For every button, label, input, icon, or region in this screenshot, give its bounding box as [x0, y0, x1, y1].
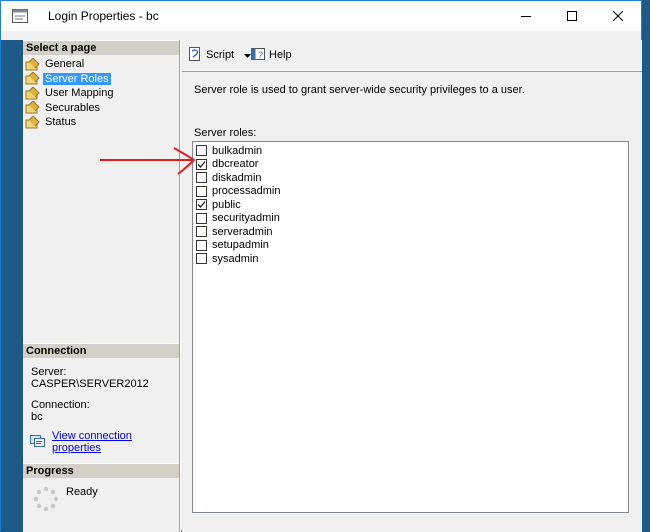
- role-checkbox[interactable]: [196, 199, 207, 211]
- connection-properties-icon: [30, 434, 46, 451]
- progress-spinner-icon: [33, 486, 59, 512]
- progress-header: Progress: [23, 463, 179, 478]
- checkmark-icon: [197, 160, 206, 168]
- page-description: Server role is used to grant server-wide…: [194, 84, 525, 96]
- page-icon: [25, 71, 41, 85]
- role-label: securityadmin: [212, 212, 280, 225]
- role-checkbox[interactable]: [196, 239, 207, 251]
- script-button[interactable]: Script: [187, 46, 252, 65]
- left-panel: Select a page General Server Roles User …: [23, 40, 179, 532]
- role-label: dbcreator: [212, 158, 259, 171]
- help-label: Help: [269, 49, 292, 61]
- role-label: processadmin: [212, 185, 281, 198]
- role-row-public[interactable]: public: [196, 198, 241, 212]
- minimize-icon: [521, 11, 531, 21]
- page-item-label: User Mapping: [45, 87, 114, 100]
- close-button[interactable]: [595, 1, 641, 31]
- left-edge-strip: [1, 40, 23, 532]
- close-icon: [613, 11, 623, 21]
- title-bar[interactable]: Login Properties - bc: [1, 1, 641, 31]
- role-checkbox[interactable]: [196, 212, 207, 224]
- maximize-icon: [567, 11, 577, 21]
- right-panel: Script ? Help Server role is used to gra…: [182, 40, 642, 532]
- toolbar-separator: [182, 71, 642, 72]
- page-item-general[interactable]: General: [23, 57, 179, 72]
- page-item-label: General: [45, 58, 85, 71]
- page-item-server-roles[interactable]: Server Roles: [23, 71, 179, 87]
- role-label: setupadmin: [212, 239, 269, 252]
- select-page-header: Select a page: [23, 40, 179, 55]
- progress-status: Ready: [66, 486, 98, 498]
- connection-label: Connection:: [31, 399, 90, 411]
- role-row-setupadmin[interactable]: setupadmin: [196, 239, 269, 253]
- server-label: Server:: [31, 366, 67, 378]
- page-icon: [25, 100, 41, 114]
- script-icon: [187, 46, 203, 65]
- maximize-button[interactable]: [549, 1, 595, 31]
- role-row-bulkadmin[interactable]: bulkadmin: [196, 144, 262, 158]
- page-item-label: Status: [45, 116, 77, 129]
- page-item-label: Server Roles: [43, 72, 111, 85]
- page-list: General Server Roles User Mapping Secura…: [23, 57, 179, 130]
- role-row-serveradmin[interactable]: serveradmin: [196, 225, 273, 239]
- role-row-sysadmin[interactable]: sysadmin: [196, 252, 258, 266]
- page-icon: [25, 86, 41, 100]
- script-label: Script: [206, 49, 235, 61]
- role-label: diskadmin: [212, 171, 262, 184]
- help-icon: ?: [250, 46, 266, 65]
- view-connection-properties-link[interactable]: View connection properties: [30, 430, 179, 454]
- page-icon: [25, 115, 41, 129]
- role-row-dbcreator[interactable]: dbcreator: [196, 158, 258, 172]
- role-checkbox[interactable]: [196, 172, 207, 184]
- page-item-status[interactable]: Status: [23, 115, 179, 130]
- role-checkbox[interactable]: [196, 158, 207, 170]
- role-row-securityadmin[interactable]: securityadmin: [196, 212, 280, 226]
- role-label: bulkadmin: [212, 144, 263, 157]
- role-row-processadmin[interactable]: processadmin: [196, 185, 280, 199]
- server-roles-list[interactable]: bulkadmin dbcreator diskadmin processadmin p…: [192, 141, 629, 513]
- minimize-button[interactable]: [503, 1, 549, 31]
- page-icon: [25, 57, 41, 71]
- role-label: sysadmin: [212, 252, 259, 265]
- role-label: public: [212, 198, 241, 211]
- connection-header: Connection: [23, 343, 179, 358]
- svg-text:?: ?: [258, 50, 263, 60]
- role-label: serveradmin: [212, 225, 273, 238]
- role-checkbox[interactable]: [196, 253, 207, 265]
- role-checkbox[interactable]: [196, 145, 207, 157]
- view-connection-properties-text[interactable]: View connection properties: [52, 430, 179, 454]
- server-roles-label: Server roles:: [194, 127, 257, 139]
- panel-splitter[interactable]: [179, 40, 181, 532]
- connection-value: bc: [31, 411, 43, 423]
- window-title: Login Properties - bc: [48, 9, 159, 23]
- login-properties-window: Login Properties - bc Select a page Gene…: [0, 0, 642, 532]
- server-value: CASPER\SERVER2012: [31, 378, 149, 390]
- toolbar: Script ? Help: [182, 40, 642, 70]
- checkmark-icon: [197, 201, 206, 209]
- page-item-user-mapping[interactable]: User Mapping: [23, 86, 179, 101]
- role-checkbox[interactable]: [196, 185, 207, 197]
- window-app-icon: [12, 9, 28, 23]
- help-button[interactable]: ? Help: [250, 47, 292, 63]
- page-item-label: Securables: [45, 101, 101, 114]
- role-checkbox[interactable]: [196, 226, 207, 238]
- page-item-securables[interactable]: Securables: [23, 100, 179, 116]
- role-row-diskadmin[interactable]: diskadmin: [196, 171, 262, 185]
- progress-area: Ready: [33, 486, 173, 526]
